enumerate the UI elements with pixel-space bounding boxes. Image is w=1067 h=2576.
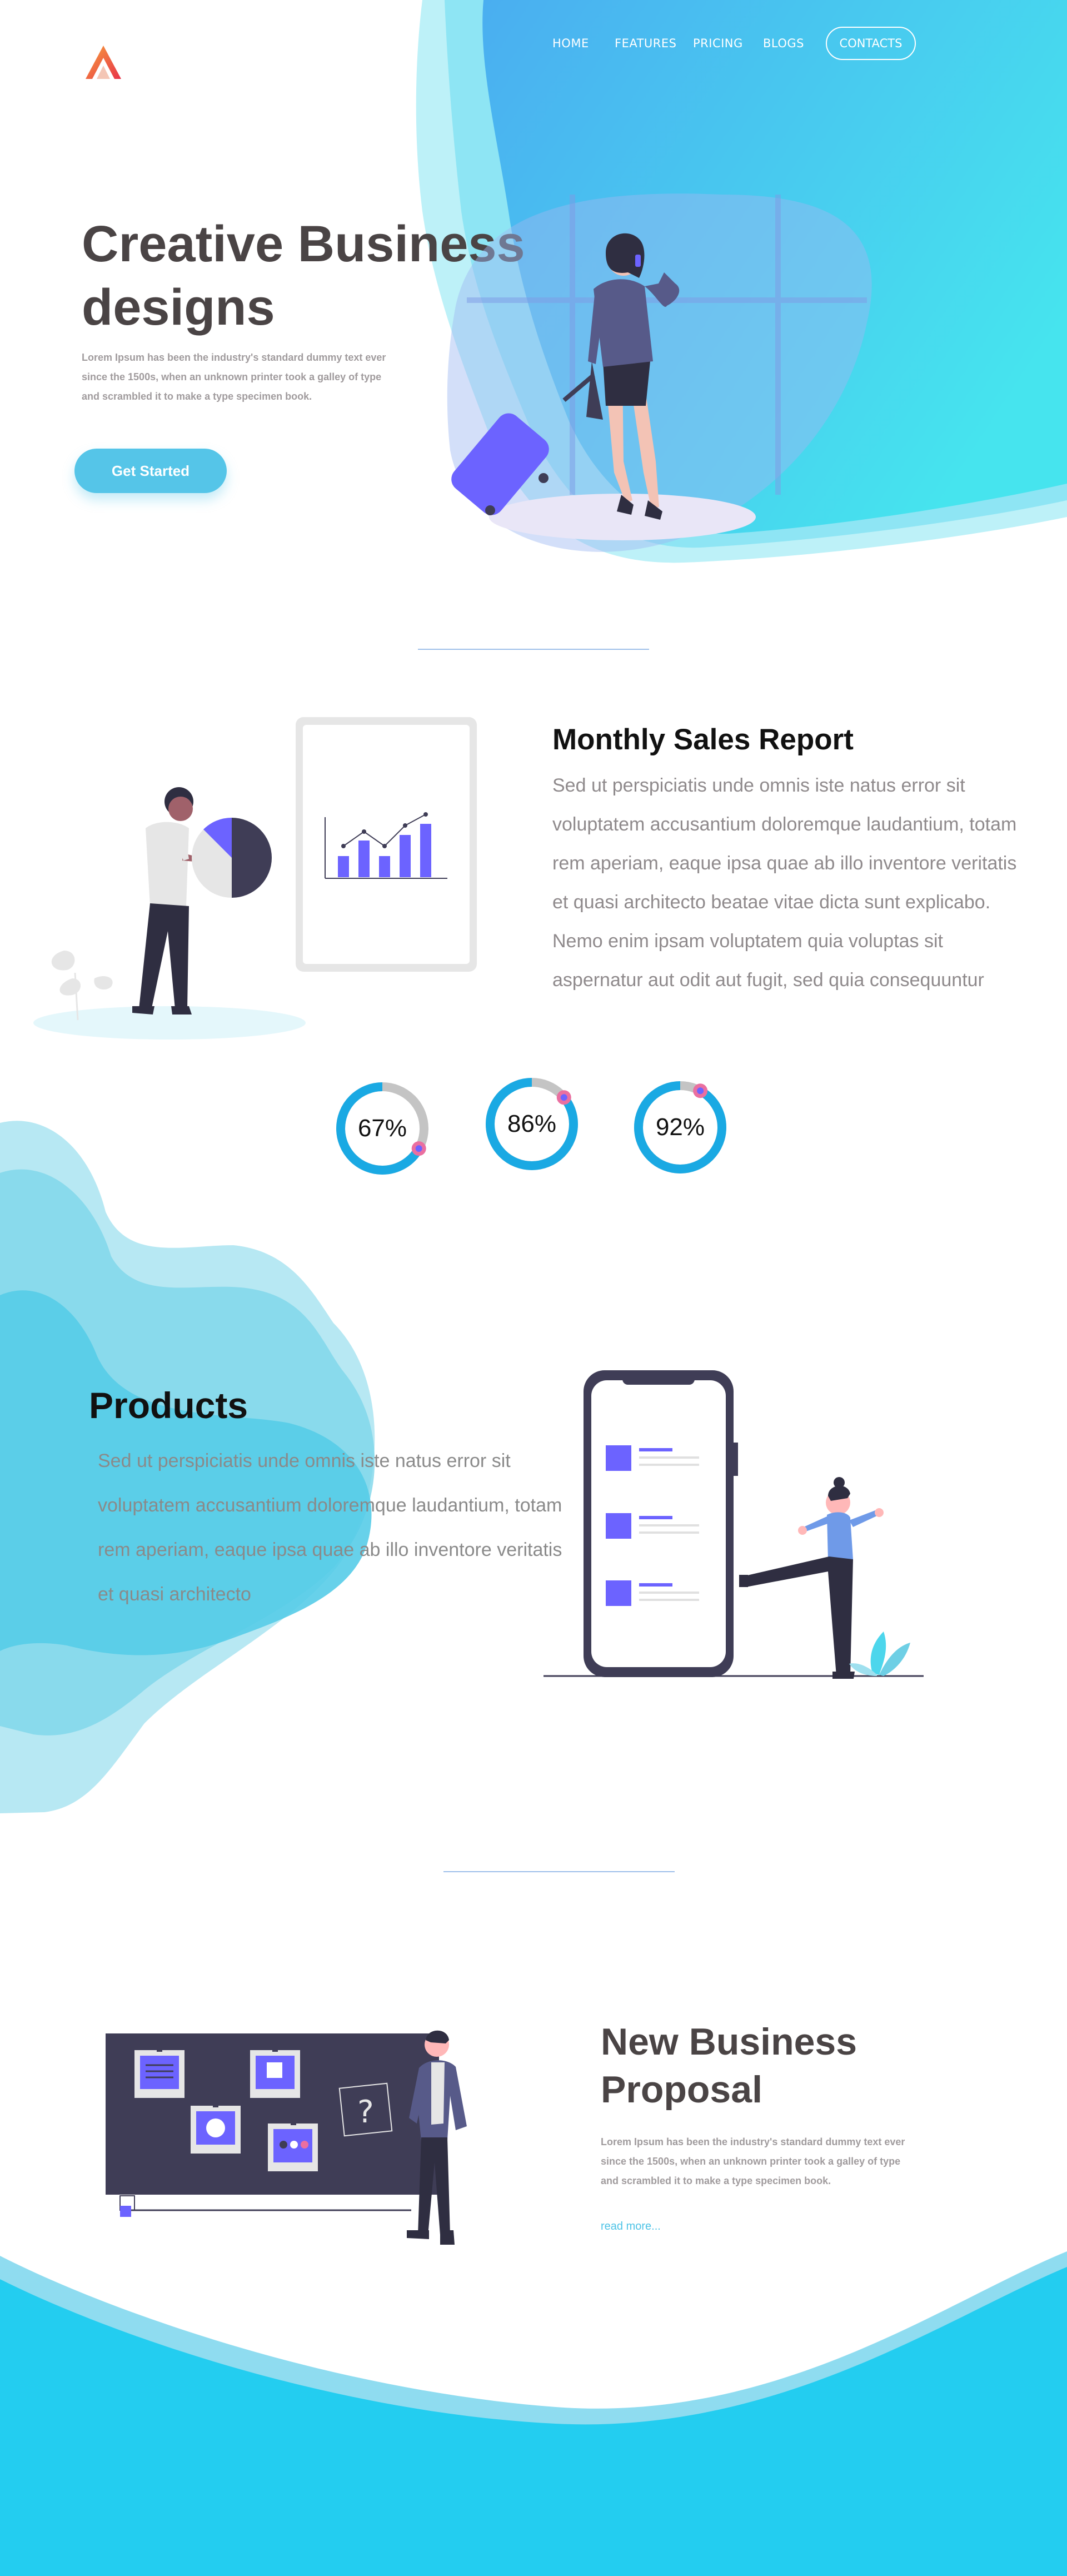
products-phone-illustration bbox=[544, 1370, 924, 1679]
sales-text: Sed ut perspiciatis unde omnis iste natu… bbox=[552, 775, 1017, 991]
section-divider bbox=[418, 649, 649, 650]
section-divider-2 bbox=[443, 1871, 675, 1872]
nav-pricing[interactable]: PRICING bbox=[693, 37, 743, 50]
sales-title: Monthly Sales Report bbox=[552, 723, 854, 756]
proposal-board-illustration: ? bbox=[106, 2030, 467, 2245]
stat-donut-2: 86% bbox=[482, 1074, 582, 1174]
a-triangle-logo-icon[interactable] bbox=[83, 43, 123, 82]
stat-donut-1: 67% bbox=[332, 1078, 432, 1178]
read-more-link[interactable]: read more... bbox=[601, 2220, 661, 2233]
products-title: Products bbox=[89, 1385, 248, 1426]
hero-travel-illustration bbox=[447, 193, 872, 552]
svg-text:?: ? bbox=[357, 2094, 374, 2130]
stat-donut-3: 92% bbox=[630, 1077, 730, 1177]
nav-home[interactable]: HOME bbox=[552, 37, 589, 50]
get-started-button[interactable]: Get Started bbox=[74, 449, 227, 493]
nav-features[interactable]: FEATURES bbox=[615, 37, 676, 50]
hero-description: Lorem Ipsum has been the industry's stan… bbox=[82, 352, 386, 402]
nav-contacts-button[interactable]: CONTACTS bbox=[826, 27, 916, 60]
stat-donut-1-label: 67% bbox=[357, 1115, 407, 1142]
stat-donut-2-label: 86% bbox=[507, 1110, 557, 1137]
proposal-title: New Business Proposal bbox=[601, 2021, 857, 2111]
products-text: Sed ut perspiciatis unde omnis iste natu… bbox=[98, 1450, 562, 1605]
sales-report-illustration bbox=[33, 717, 477, 1040]
stat-donut-3-label: 92% bbox=[655, 1113, 705, 1141]
proposal-description: Lorem Ipsum has been the industry's stan… bbox=[601, 2136, 905, 2186]
nav-blogs[interactable]: BLOGS bbox=[763, 37, 804, 50]
